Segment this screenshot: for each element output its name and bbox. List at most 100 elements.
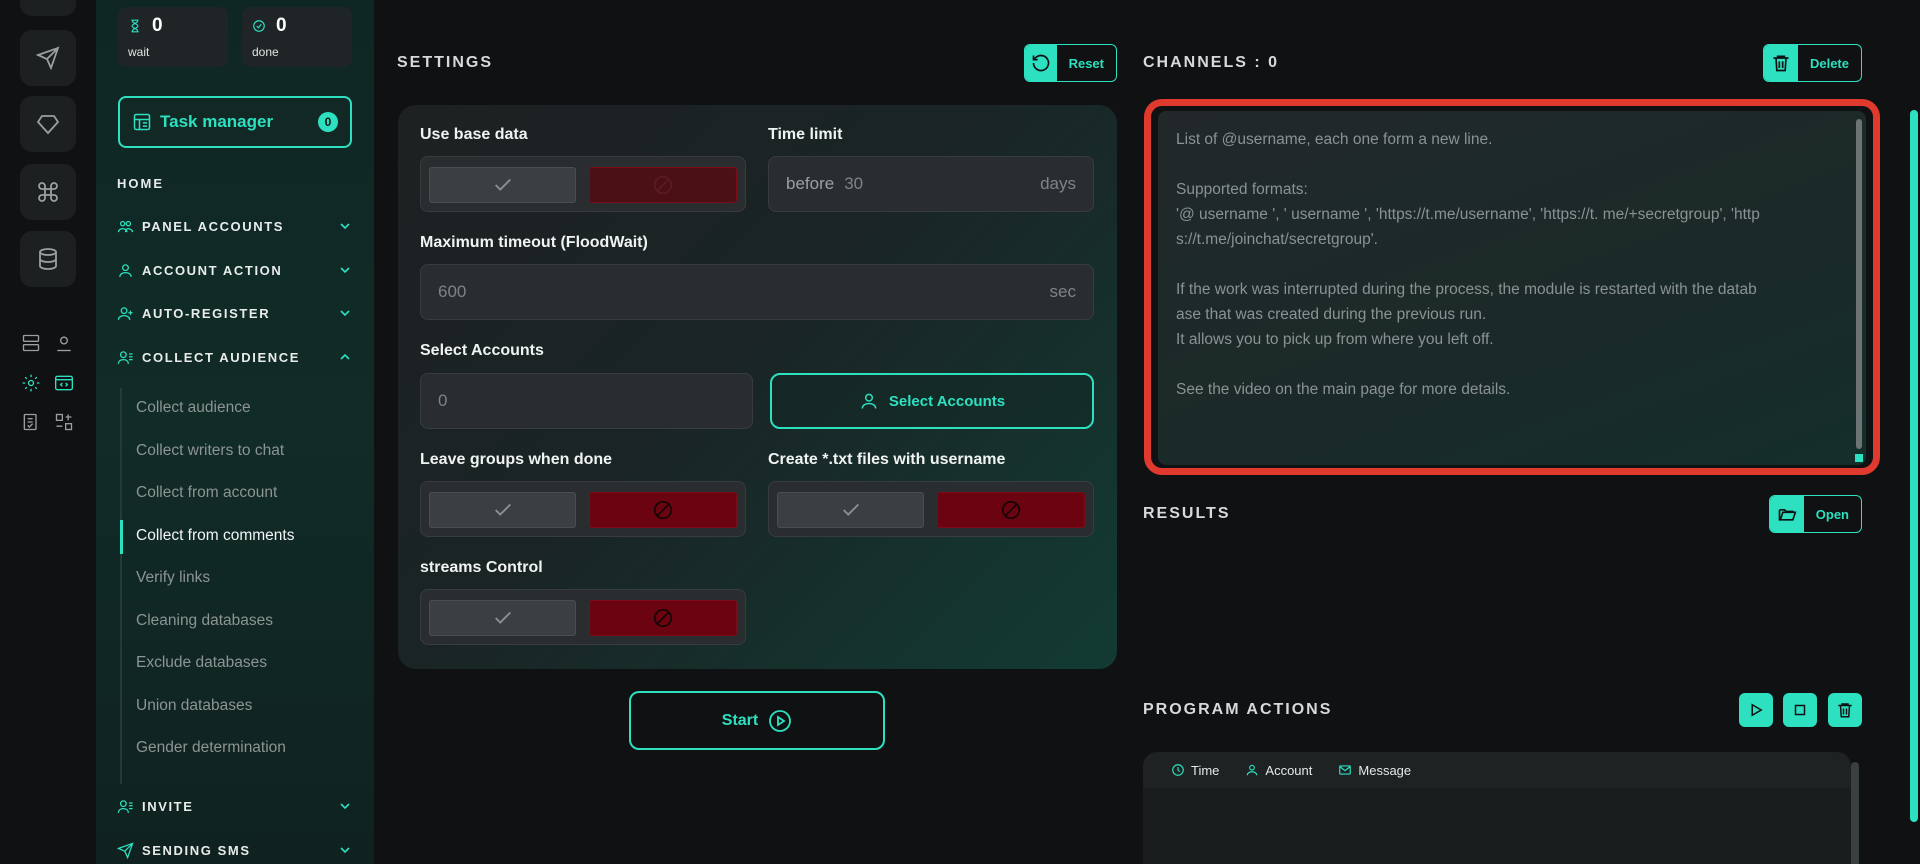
command-rail-button[interactable] xyxy=(20,164,76,220)
user-pin-icon xyxy=(57,336,71,352)
leave-groups-label: Leave groups when done xyxy=(420,451,613,468)
delete-button[interactable]: Delete xyxy=(1763,44,1862,82)
nav-section-panel-accounts[interactable]: PANEL ACCOUNTS xyxy=(117,215,353,237)
nav-section-collect-audience[interactable]: COLLECT AUDIENCE xyxy=(117,346,353,368)
column-time[interactable]: Time xyxy=(1171,763,1219,778)
max-timeout-field[interactable]: 600 sec xyxy=(420,264,1094,320)
user-pin-mini-button[interactable] xyxy=(52,331,76,355)
channels-input-highlight: List of @username, each one form a new l… xyxy=(1144,99,1880,475)
channels-textarea[interactable]: List of @username, each one form a new l… xyxy=(1158,111,1866,465)
time-limit-field[interactable]: before 30 days xyxy=(768,156,1094,212)
play-circle-icon xyxy=(769,709,792,732)
wait-count: 0 xyxy=(152,15,163,36)
top-rail-button[interactable] xyxy=(20,0,76,16)
subnav-verify-links[interactable]: Verify links xyxy=(136,569,210,587)
task-manager-label: Task manager xyxy=(160,112,274,131)
placeholder-line xyxy=(1176,352,1848,377)
hourglass-icon xyxy=(131,19,139,33)
toggle-no-option[interactable] xyxy=(589,167,737,203)
done-count: 0 xyxy=(276,15,287,36)
toggle-yes-option[interactable] xyxy=(777,492,924,528)
chevron-down-icon xyxy=(340,803,350,810)
check-circle-icon xyxy=(253,20,265,32)
check-icon xyxy=(494,503,511,516)
toggle-no-option[interactable] xyxy=(589,492,737,528)
toggle-yes-option[interactable] xyxy=(429,167,576,203)
streams-control-toggle[interactable] xyxy=(420,589,746,645)
channels-title: CHANNELS : 0 xyxy=(1143,54,1280,71)
log-scrollbar[interactable] xyxy=(1851,762,1859,864)
max-timeout-unit: sec xyxy=(1049,282,1076,301)
subnav-collect-writers[interactable]: Collect writers to chat xyxy=(136,442,284,460)
subnav-collect-from-comments[interactable]: Collect from comments xyxy=(136,527,294,545)
page-scrollbar[interactable] xyxy=(1910,110,1918,822)
toggle-no-option[interactable] xyxy=(589,600,737,636)
checklist-icon xyxy=(23,413,37,431)
streams-control-label: streams Control xyxy=(420,559,543,576)
toggle-yes-option[interactable] xyxy=(429,600,576,636)
reset-button[interactable]: Reset xyxy=(1024,44,1117,82)
subnav-exclude-databases[interactable]: Exclude databases xyxy=(136,654,267,672)
leave-groups-toggle[interactable] xyxy=(420,481,746,537)
nav-home[interactable]: HOME xyxy=(117,176,164,191)
checklist-mini-button[interactable] xyxy=(19,410,43,434)
toggle-yes-option[interactable] xyxy=(429,492,576,528)
placeholder-line xyxy=(1176,252,1848,277)
user-icon xyxy=(1247,764,1258,776)
toggle-no-option[interactable] xyxy=(937,492,1085,528)
code-window-mini-button[interactable] xyxy=(52,371,76,395)
subnav-cleaning-databases[interactable]: Cleaning databases xyxy=(136,612,273,630)
textarea-resize-handle[interactable] xyxy=(1855,454,1863,462)
subnav-collect-from-account[interactable]: Collect from account xyxy=(136,484,277,502)
clear-log-button[interactable] xyxy=(1828,693,1862,727)
rotate-ccw-icon xyxy=(1032,54,1050,72)
subnav-union-databases[interactable]: Union databases xyxy=(136,697,252,715)
subnav-gender-determination[interactable]: Gender determination xyxy=(136,739,286,757)
stop-icon xyxy=(1794,704,1806,716)
user-list-icon xyxy=(117,350,133,364)
task-manager-button[interactable]: Task manager 0 xyxy=(118,96,352,148)
command-icon xyxy=(38,182,58,202)
nav-section-auto-register[interactable]: AUTO-REGISTER xyxy=(117,302,353,324)
placeholder-line: If the work was interrupted during the p… xyxy=(1176,281,1757,298)
create-txt-toggle[interactable] xyxy=(768,481,1094,537)
start-button[interactable]: Start xyxy=(629,691,885,750)
chevron-down-icon xyxy=(340,267,350,274)
nav-section-invite[interactable]: INVITE xyxy=(117,795,353,817)
servers-mini-button[interactable] xyxy=(19,331,43,355)
column-message[interactable]: Message xyxy=(1338,763,1411,778)
users-icon xyxy=(117,220,134,232)
nav-section-sending-sms[interactable]: SENDING SMS xyxy=(117,839,353,861)
trash-icon xyxy=(1838,703,1852,718)
placeholder-line xyxy=(1176,152,1848,177)
stop-button[interactable] xyxy=(1783,693,1817,727)
nav-section-account-action[interactable]: ACCOUNT ACTION xyxy=(117,259,353,281)
gear-icon xyxy=(22,374,40,392)
placeholder-line: See the video on the main page for more … xyxy=(1176,381,1511,398)
column-account[interactable]: Account xyxy=(1245,763,1312,778)
done-label: done xyxy=(252,45,279,59)
chevron-down-icon xyxy=(340,847,350,854)
folder-open-icon xyxy=(1778,509,1797,521)
select-accounts-button[interactable]: Select Accounts xyxy=(770,373,1094,429)
placeholder-line: It allows you to pick up from where you … xyxy=(1176,331,1494,348)
placeholder-line: s://t.me/joinchat/secretgroup'. xyxy=(1176,231,1378,248)
open-button[interactable]: Open xyxy=(1769,495,1862,533)
accounts-count-field[interactable]: 0 xyxy=(420,373,753,429)
textarea-scrollbar[interactable] xyxy=(1856,119,1862,449)
database-rail-button[interactable] xyxy=(20,231,76,287)
widgets-icon xyxy=(55,413,73,431)
use-base-data-toggle[interactable] xyxy=(420,156,746,212)
diamond-rail-button[interactable] xyxy=(20,96,76,152)
settings-mini-button[interactable] xyxy=(19,371,43,395)
app-window: 0 wait 0 done Task manager 0 HOME PANEL … xyxy=(0,0,1920,864)
user-plus-icon xyxy=(117,306,133,320)
play-button[interactable] xyxy=(1739,693,1773,727)
widgets-mini-button[interactable] xyxy=(52,410,76,434)
placeholder-line: '@ username ', ' username ', 'https://t.… xyxy=(1176,206,1760,223)
send-rail-button[interactable] xyxy=(20,30,76,86)
user-icon xyxy=(861,393,877,409)
sidebar: 0 wait 0 done Task manager 0 HOME PANEL … xyxy=(96,0,374,864)
subnav-collect-audience[interactable]: Collect audience xyxy=(136,399,251,417)
diamond-icon xyxy=(36,115,60,135)
